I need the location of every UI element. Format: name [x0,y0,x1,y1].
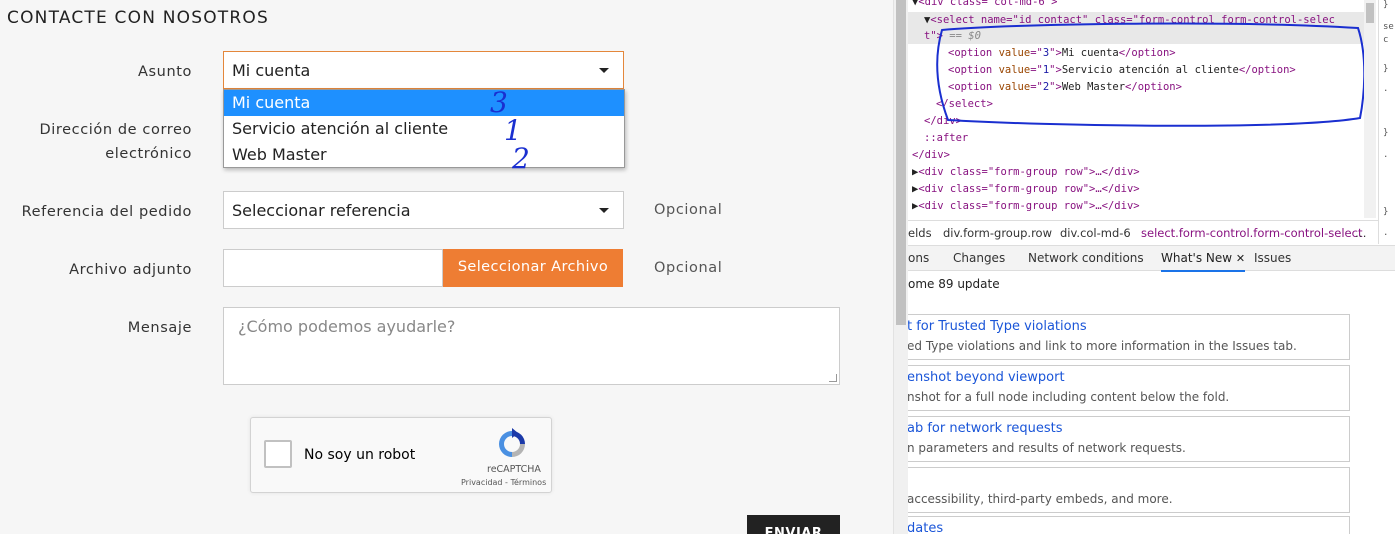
email-label-line1: Dirección de correo [39,122,192,138]
whats-new-card[interactable]: enshot beyond viewport nshot for a full … [908,365,1350,411]
breadcrumb-item[interactable]: div.form-group.row [943,226,1052,240]
whats-new-card[interactable]: accessibility, third-party embeds, and m… [908,467,1350,513]
tab-issues[interactable]: Issues [1254,251,1291,265]
elements-dom-tree: ▼<div class="col-md-6"> ▼<select name="i… [908,0,1364,218]
styles-pane-edge: } se c } . } . } . [1378,0,1395,244]
attachment-optional-label: Opcional [654,260,723,276]
captcha-checkbox-label: No soy un robot [304,447,416,463]
dom-node[interactable]: ▶<div class="form-group row">…</div> [912,183,1140,200]
resize-handle-icon[interactable] [829,374,837,382]
tab-changes[interactable]: Changes [953,251,1005,265]
breadcrumb-item[interactable]: elds [908,226,932,240]
page-scrollbar[interactable] [893,0,908,534]
whats-new-heading: ome 89 update [908,277,1000,291]
captcha-checkbox[interactable] [264,440,292,468]
card-title[interactable]: dates [908,521,943,534]
caret-down-icon [599,208,609,213]
breadcrumb-more[interactable]: … [1355,226,1367,240]
subject-select-value: Mi cuenta [232,61,311,80]
contact-page: CONTACTE CON NOSOTROS Asunto Mi cuenta D… [0,0,893,534]
page-scrollbar-thumb[interactable] [896,0,906,325]
dropdown-option-servicio[interactable]: Servicio atención al cliente [224,116,624,142]
subject-label: Asunto [137,64,192,80]
whats-new-card[interactable]: t for Trusted Type violations ed Type vi… [908,314,1350,360]
handwritten-annotation: 2 [512,142,530,175]
dropdown-option-web-master[interactable]: Web Master [224,142,624,168]
page-title: CONTACTE CON NOSOTROS [7,8,269,28]
close-icon[interactable]: ✕ [1236,252,1245,265]
drawer-tabbar: ons Changes Network conditions What's Ne… [908,245,1395,272]
send-button[interactable]: ENVIAR [747,515,840,534]
caret-down-icon [599,68,609,73]
whats-new-card[interactable]: dates [908,516,1350,534]
message-textarea[interactable]: ¿Cómo podemos ayudarle? [223,307,840,385]
dom-node-pseudo[interactable]: ::after [924,132,968,149]
subject-select[interactable]: Mi cuenta [223,51,624,89]
breadcrumb-item-selected[interactable]: select.form-control.form-control-select [1141,226,1362,240]
dom-scrollbar-thumb[interactable] [1366,3,1374,23]
message-placeholder: ¿Cómo podemos ayudarle? [238,317,456,336]
attachment-file-input[interactable] [223,249,443,287]
dom-node[interactable]: </div> [912,149,950,166]
handwritten-circle-annotation [936,22,1364,127]
card-desc: ed Type violations and link to more info… [908,339,1297,353]
card-desc: n parameters and results of network requ… [908,441,1186,455]
order-select[interactable]: Seleccionar referencia [223,191,624,229]
select-file-button[interactable]: Seleccionar Archivo [443,249,623,287]
devtools-panel: ▼<div class="col-md-6"> ▼<select name="i… [908,0,1395,534]
tab-whats-new[interactable]: What's New ✕ [1161,251,1246,272]
dom-node[interactable]: ▶<div class="form-group row">…</div> [912,200,1140,217]
card-title[interactable]: ab for network requests [908,421,1062,436]
whats-new-card[interactable]: ab for network requests n parameters and… [908,416,1350,462]
dom-node[interactable]: ▼<div class="col-md-6"> [912,0,1057,13]
recaptcha-logo-icon [499,428,525,457]
card-title[interactable]: t for Trusted Type violations [908,319,1087,334]
card-desc: accessibility, third-party embeds, and m… [908,492,1173,506]
breadcrumb-item[interactable]: div.col-md-6 [1060,226,1131,240]
order-select-value: Seleccionar referencia [232,201,411,220]
attachment-label: Archivo adjunto [69,262,192,278]
dropdown-option-mi-cuenta[interactable]: Mi cuenta [224,90,624,116]
email-label-line2: electrónico [105,146,192,162]
order-optional-label: Opcional [654,202,723,218]
tab-animations[interactable]: ons [908,251,929,265]
message-label: Mensaje [127,320,192,336]
order-label: Referencia del pedido [21,204,192,220]
card-desc: nshot for a full node including content … [908,390,1230,404]
card-title[interactable]: enshot beyond viewport [908,370,1065,385]
subject-dropdown-list: Mi cuenta Servicio atención al cliente W… [223,89,625,168]
recaptcha-widget: No soy un robot reCAPTCHA Privacidad - T… [250,417,552,493]
dom-node[interactable]: ▶<div class="form-group row">…</div> [912,166,1140,183]
dom-scrollbar[interactable] [1364,0,1376,218]
recaptcha-brand: reCAPTCHA [487,464,541,475]
recaptcha-links[interactable]: Privacidad - Términos [461,478,546,487]
tab-network-conditions[interactable]: Network conditions [1028,251,1144,265]
breadcrumb: elds div.form-group.row div.col-md-6 sel… [908,220,1378,244]
